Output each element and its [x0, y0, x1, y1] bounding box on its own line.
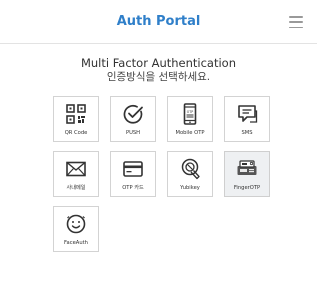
- chat-bubble-icon: [238, 105, 258, 123]
- auth-method-label: FaceAuth: [64, 240, 88, 246]
- auth-method-qr-code[interactable]: QR Code: [53, 96, 99, 142]
- auth-method-label: SMS: [241, 130, 253, 136]
- qr-code-icon: [66, 104, 86, 124]
- auth-method-label: 사내메일: [66, 185, 86, 191]
- credit-card-icon: [123, 161, 143, 177]
- auth-method-label: PUSH: [125, 130, 141, 136]
- yubikey-icon: [181, 158, 200, 180]
- auth-method-label: FingerOTP: [233, 185, 261, 191]
- check-circle-icon: [123, 104, 143, 124]
- auth-method-yubikey[interactable]: Yubikey: [167, 151, 213, 197]
- auth-method-push[interactable]: PUSH: [110, 96, 156, 142]
- auth-method-grid: QR Code PUSH OTP Mobile OTP SMS 사내메일 OTP…: [53, 96, 273, 252]
- hamburger-menu-icon[interactable]: [289, 16, 303, 28]
- auth-method-label: OTP 카드: [122, 185, 144, 191]
- auth-method-company-mail[interactable]: 사내메일: [53, 151, 99, 197]
- auth-method-label: Mobile OTP: [175, 130, 205, 136]
- page-heading: Multi Factor Authentication: [80, 56, 237, 70]
- auth-method-face-auth[interactable]: FaceAuth: [53, 206, 99, 252]
- auth-method-otp-card[interactable]: OTP 카드: [110, 151, 156, 197]
- mobile-phone-icon: OTP: [183, 103, 197, 125]
- auth-method-finger-otp[interactable]: FingerOTP: [224, 151, 270, 197]
- auth-method-label: Yubikey: [180, 185, 200, 191]
- app-title: Auth Portal: [116, 14, 201, 29]
- auth-method-label: QR Code: [64, 130, 88, 136]
- auth-method-sms[interactable]: SMS: [224, 96, 270, 142]
- face-icon: [66, 214, 86, 234]
- page-subheading: 인증방식을 선택하세요.: [106, 71, 211, 83]
- finger-otp-icon: [237, 160, 257, 175]
- auth-method-mobile-otp[interactable]: OTP Mobile OTP: [167, 96, 213, 142]
- svg-text:OTP: OTP: [187, 110, 193, 114]
- envelope-icon: [66, 161, 86, 177]
- app-header: Auth Portal: [0, 0, 317, 44]
